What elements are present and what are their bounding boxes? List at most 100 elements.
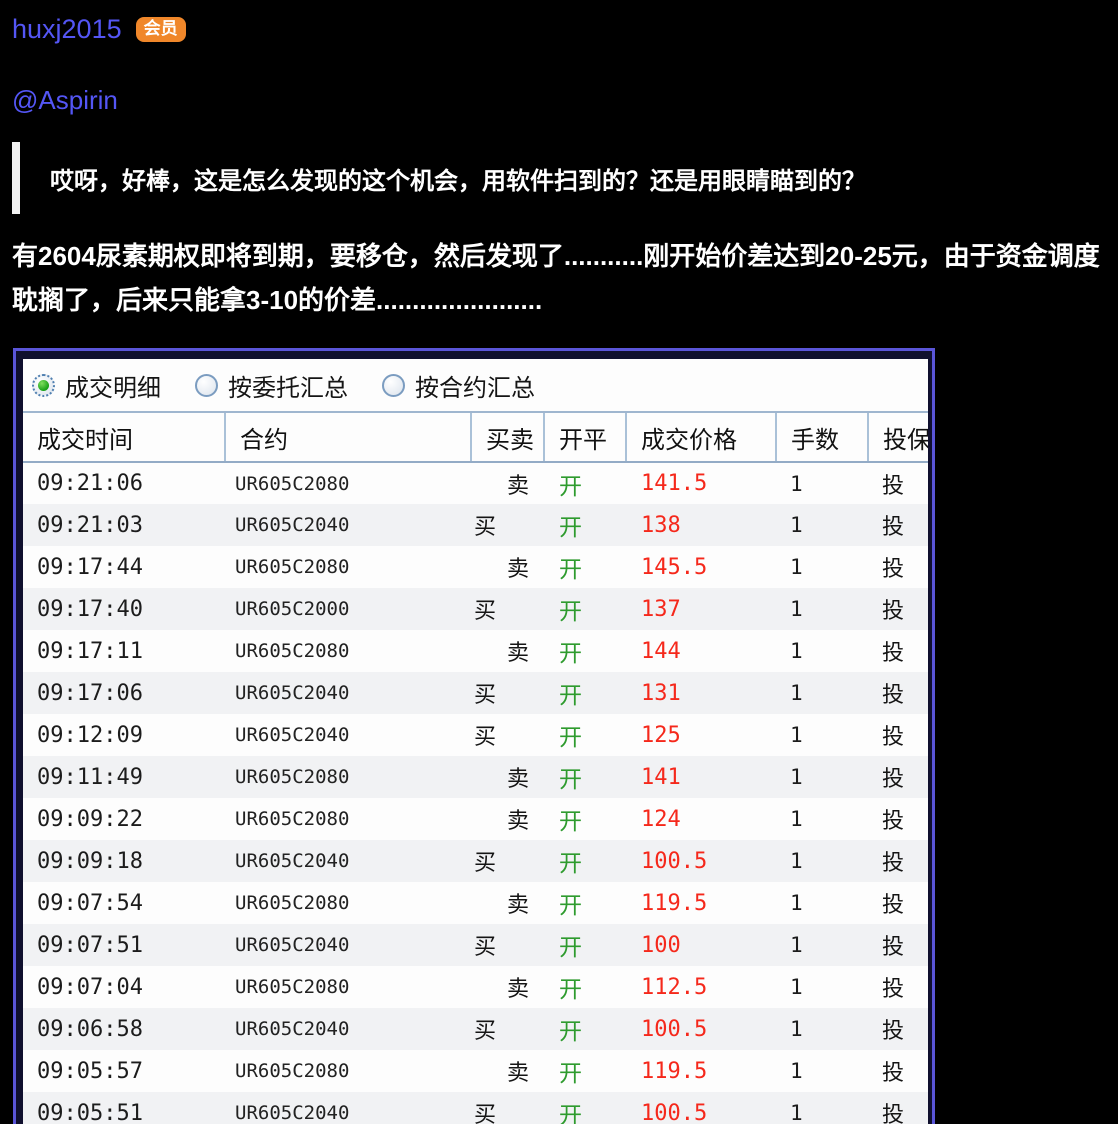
radio-selected-icon[interactable] bbox=[32, 373, 55, 397]
cell-lots: 1 bbox=[776, 966, 868, 1008]
cell-time: 09:21:06 bbox=[23, 462, 225, 504]
cell-price: 141.5 bbox=[626, 462, 776, 504]
fill-row[interactable]: 09:05:51 UR605C2040 买开 100.5 1 投 bbox=[23, 1092, 928, 1124]
cell-time: 09:17:44 bbox=[23, 546, 225, 588]
trade-app-screenshot: 成交明细 按委托汇总 按合约汇总 成交时间 合约 买卖 开平 成交价格 手数 投保 09:21:… bbox=[13, 348, 935, 1124]
fill-row[interactable]: 09:17:40 UR605C2000 买开 137 1 投 bbox=[23, 588, 928, 630]
cell-cont: UR605C2040 bbox=[225, 672, 471, 714]
fill-row[interactable]: 09:17:06 UR605C2040 买开 131 1 投 bbox=[23, 672, 928, 714]
cell-flag: 投 bbox=[868, 840, 928, 882]
cell-cont: UR605C2080 bbox=[225, 798, 471, 840]
cell-price: 112.5 bbox=[626, 966, 776, 1008]
fill-row[interactable]: 09:21:06 UR605C2080 卖开 141.5 1 投 bbox=[23, 462, 928, 504]
cell-open: 开 bbox=[544, 630, 626, 672]
cell-lots: 1 bbox=[776, 546, 868, 588]
cell-cont: UR605C2080 bbox=[225, 966, 471, 1008]
cell-cont: UR605C2080 bbox=[225, 462, 471, 504]
mention-link[interactable]: @Aspirin bbox=[12, 85, 1118, 116]
cell-time: 09:09:22 bbox=[23, 798, 225, 840]
cell-lots: 1 bbox=[776, 882, 868, 924]
radio-label: 成交明细 bbox=[65, 374, 161, 402]
cell-time: 09:09:18 bbox=[23, 840, 225, 882]
cell-side: 卖 bbox=[471, 630, 544, 672]
member-badge: 会员 bbox=[135, 16, 186, 43]
column-header-6[interactable]: 投保 bbox=[868, 413, 928, 463]
cell-price: 125 bbox=[626, 714, 776, 756]
cell-open: 开 bbox=[544, 504, 626, 546]
view-mode-radio-0[interactable]: 成交明细 bbox=[32, 368, 161, 403]
cell-time: 09:07:51 bbox=[23, 924, 225, 966]
cell-cont: UR605C2080 bbox=[225, 1050, 471, 1092]
cell-time: 09:07:54 bbox=[23, 882, 225, 924]
cell-time: 09:21:03 bbox=[23, 504, 225, 546]
cell-lots: 1 bbox=[776, 462, 868, 504]
cell-open: 开 bbox=[544, 714, 626, 756]
cell-flag: 投 bbox=[868, 1092, 928, 1124]
column-header-4[interactable]: 成交价格 bbox=[626, 413, 777, 463]
cell-price: 100.5 bbox=[626, 840, 776, 882]
view-mode-radio-1[interactable]: 按委托汇总 bbox=[195, 368, 348, 403]
cell-side: 买 bbox=[471, 840, 544, 882]
cell-open: 开 bbox=[544, 672, 626, 714]
column-header-3[interactable]: 开平 bbox=[544, 413, 627, 463]
cell-side: 卖 bbox=[471, 546, 544, 588]
cell-side: 买 bbox=[471, 672, 544, 714]
fill-row[interactable]: 09:05:57 UR605C2080 卖开 119.5 1 投 bbox=[23, 1050, 928, 1092]
cell-flag: 投 bbox=[868, 462, 928, 504]
cell-price: 131 bbox=[626, 672, 776, 714]
cell-cont: UR605C2040 bbox=[225, 1008, 471, 1050]
cell-side: 买 bbox=[471, 714, 544, 756]
radio-unselected-icon[interactable] bbox=[382, 373, 405, 397]
column-header-5[interactable]: 手数 bbox=[776, 413, 869, 463]
quote-text: 哎呀，好棒，这是怎么发现的这个机会，用软件扫到的？还是用眼睛瞄到的？ bbox=[50, 167, 866, 195]
cell-time: 09:05:51 bbox=[23, 1092, 225, 1124]
fill-row[interactable]: 09:09:18 UR605C2040 买开 100.5 1 投 bbox=[23, 840, 928, 882]
view-mode-radio-group: 成交明细 按委托汇总 按合约汇总 bbox=[23, 359, 928, 413]
forum-post: huxj2015 会员 @Aspirin 哎呀，好棒，这是怎么发现的这个机会，用… bbox=[0, 0, 1118, 1124]
fill-row[interactable]: 09:07:51 UR605C2040 买开 100 1 投 bbox=[23, 924, 928, 966]
fill-row[interactable]: 09:11:49 UR605C2080 卖开 141 1 投 bbox=[23, 756, 928, 798]
cell-time: 09:05:57 bbox=[23, 1050, 225, 1092]
cell-lots: 1 bbox=[776, 756, 868, 798]
cell-price: 124 bbox=[626, 798, 776, 840]
view-mode-radio-2[interactable]: 按合约汇总 bbox=[382, 368, 535, 403]
column-header-2[interactable]: 买卖 bbox=[471, 413, 545, 463]
cell-flag: 投 bbox=[868, 504, 928, 546]
cell-price: 100 bbox=[626, 924, 776, 966]
radio-label: 按合约汇总 bbox=[415, 374, 535, 402]
fill-row[interactable]: 09:06:58 UR605C2040 买开 100.5 1 投 bbox=[23, 1008, 928, 1050]
cell-cont: UR605C2080 bbox=[225, 630, 471, 672]
cell-time: 09:17:40 bbox=[23, 588, 225, 630]
username-link[interactable]: huxj2015 bbox=[12, 14, 122, 45]
cell-time: 09:12:09 bbox=[23, 714, 225, 756]
fill-row[interactable]: 09:12:09 UR605C2040 买开 125 1 投 bbox=[23, 714, 928, 756]
fill-row[interactable]: 09:21:03 UR605C2040 买开 138 1 投 bbox=[23, 504, 928, 546]
cell-side: 卖 bbox=[471, 462, 544, 504]
cell-cont: UR605C2040 bbox=[225, 714, 471, 756]
fill-row[interactable]: 09:17:11 UR605C2080 卖开 144 1 投 bbox=[23, 630, 928, 672]
post-body-text: 有2604尿素期权即将到期，要移仓，然后发现了...........刚开始价差达… bbox=[12, 241, 1100, 315]
cell-side: 买 bbox=[471, 1092, 544, 1124]
fill-row[interactable]: 09:17:44 UR605C2080 卖开 145.5 1 投 bbox=[23, 546, 928, 588]
cell-cont: UR605C2040 bbox=[225, 1092, 471, 1124]
cell-side: 卖 bbox=[471, 798, 544, 840]
radio-label: 按委托汇总 bbox=[228, 374, 348, 402]
cell-side: 卖 bbox=[471, 1050, 544, 1092]
fill-row[interactable]: 09:07:54 UR605C2080 卖开 119.5 1 投 bbox=[23, 882, 928, 924]
cell-cont: UR605C2040 bbox=[225, 840, 471, 882]
cell-flag: 投 bbox=[868, 1050, 928, 1092]
column-header-0[interactable]: 成交时间 bbox=[23, 413, 226, 463]
cell-price: 137 bbox=[626, 588, 776, 630]
cell-lots: 1 bbox=[776, 672, 868, 714]
cell-side: 卖 bbox=[471, 882, 544, 924]
cell-lots: 1 bbox=[776, 1092, 868, 1124]
column-header-1[interactable]: 合约 bbox=[225, 413, 472, 463]
cell-side: 买 bbox=[471, 504, 544, 546]
fill-row[interactable]: 09:07:04 UR605C2080 卖开 112.5 1 投 bbox=[23, 966, 928, 1008]
cell-open: 开 bbox=[544, 1008, 626, 1050]
cell-flag: 投 bbox=[868, 672, 928, 714]
cell-lots: 1 bbox=[776, 714, 868, 756]
radio-unselected-icon[interactable] bbox=[195, 373, 218, 397]
fill-row[interactable]: 09:09:22 UR605C2080 卖开 124 1 投 bbox=[23, 798, 928, 840]
cell-time: 09:11:49 bbox=[23, 756, 225, 798]
